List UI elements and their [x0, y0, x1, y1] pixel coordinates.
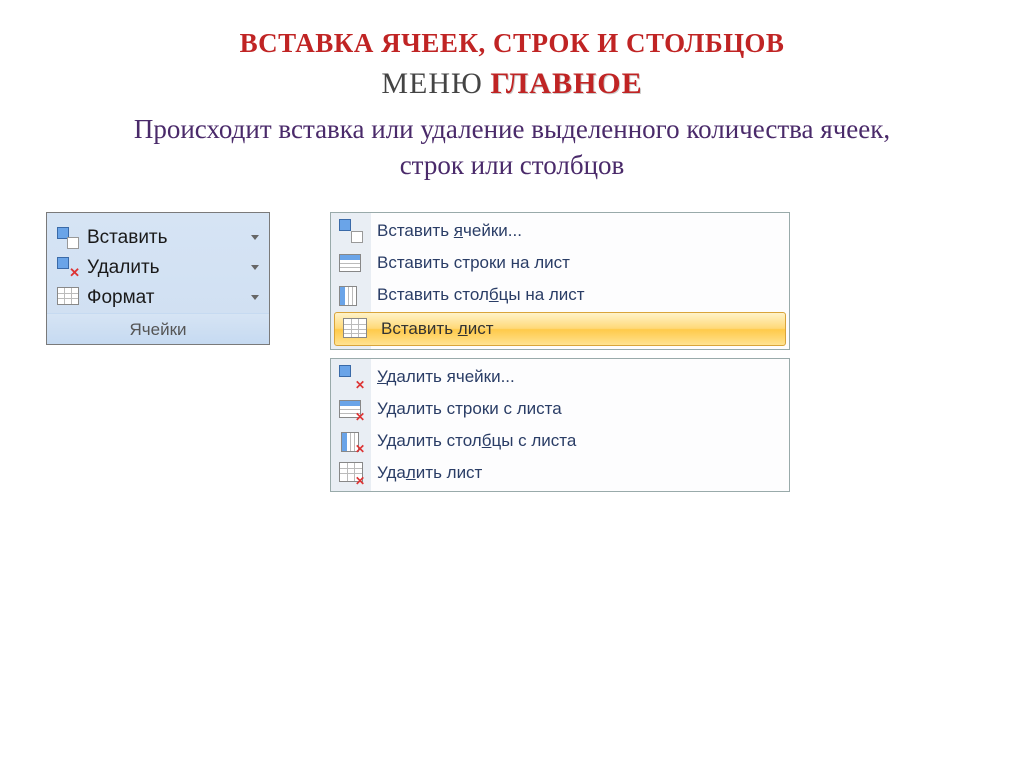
delete-label: Удалить: [87, 257, 160, 279]
menu-delete-cells[interactable]: Удалить ячейки...: [331, 361, 789, 393]
delete-rows-icon: [339, 397, 363, 421]
delete-icon: [57, 257, 79, 279]
ribbon-cells-group: Вставить Удалить Формат Ячейки: [46, 212, 270, 345]
menu-delete-rows[interactable]: Удалить строки с листа: [331, 393, 789, 425]
menu-item-label: Вставить ячейки...: [377, 221, 522, 241]
menu-item-label: Удалить лист: [377, 463, 482, 483]
insert-cols-icon: [339, 283, 363, 307]
dropdown-caret-icon: [251, 235, 259, 240]
delete-button[interactable]: Удалить: [47, 253, 269, 283]
menu-item-label: Удалить столбцы с листа: [377, 431, 576, 451]
insert-icon: [57, 227, 79, 249]
delete-sheet-icon: [339, 461, 363, 485]
menu-delete-cols[interactable]: Удалить столбцы с листа: [331, 425, 789, 457]
delete-cols-icon: [339, 429, 363, 453]
format-icon: [57, 287, 79, 309]
subtitle-main-word: ГЛАВНОЕ: [490, 67, 642, 100]
dropdown-caret-icon: [251, 295, 259, 300]
ribbon-group-label: Ячейки: [47, 313, 269, 344]
menu-item-label: Удалить строки с листа: [377, 399, 562, 419]
menu-delete-sheet[interactable]: Удалить лист: [331, 457, 789, 489]
slide-subtitle: МЕНЮ ГЛАВНОЕ: [40, 67, 984, 101]
insert-menu: Вставить ячейки... Вставить строки на ли…: [330, 212, 790, 350]
delete-cells-icon: [339, 365, 363, 389]
menu-item-label: Вставить лист: [381, 319, 494, 339]
insert-button[interactable]: Вставить: [47, 223, 269, 253]
dropdown-caret-icon: [251, 265, 259, 270]
menu-insert-cells[interactable]: Вставить ячейки...: [331, 215, 789, 247]
insert-cells-icon: [339, 219, 363, 243]
menu-item-label: Вставить строки на лист: [377, 253, 570, 273]
menu-insert-rows[interactable]: Вставить строки на лист: [331, 247, 789, 279]
insert-label: Вставить: [87, 227, 168, 249]
subtitle-menu-word: МЕНЮ: [381, 67, 483, 100]
slide-title: ВСТАВКА ЯЧЕЕК, СТРОК И СТОЛБЦОВ: [40, 28, 984, 59]
menu-insert-sheet[interactable]: Вставить лист: [334, 312, 786, 346]
format-button[interactable]: Формат: [47, 283, 269, 313]
format-label: Формат: [87, 287, 155, 309]
slide-description: Происходит вставка или удаление выделенн…: [102, 111, 922, 184]
insert-rows-icon: [339, 251, 363, 275]
delete-menu: Удалить ячейки... Удалить строки с листа…: [330, 358, 790, 492]
menu-item-label: Удалить ячейки...: [377, 367, 515, 387]
insert-sheet-icon: [343, 317, 367, 341]
menu-item-label: Вставить столбцы на лист: [377, 285, 585, 305]
menu-insert-cols[interactable]: Вставить столбцы на лист: [331, 279, 789, 311]
